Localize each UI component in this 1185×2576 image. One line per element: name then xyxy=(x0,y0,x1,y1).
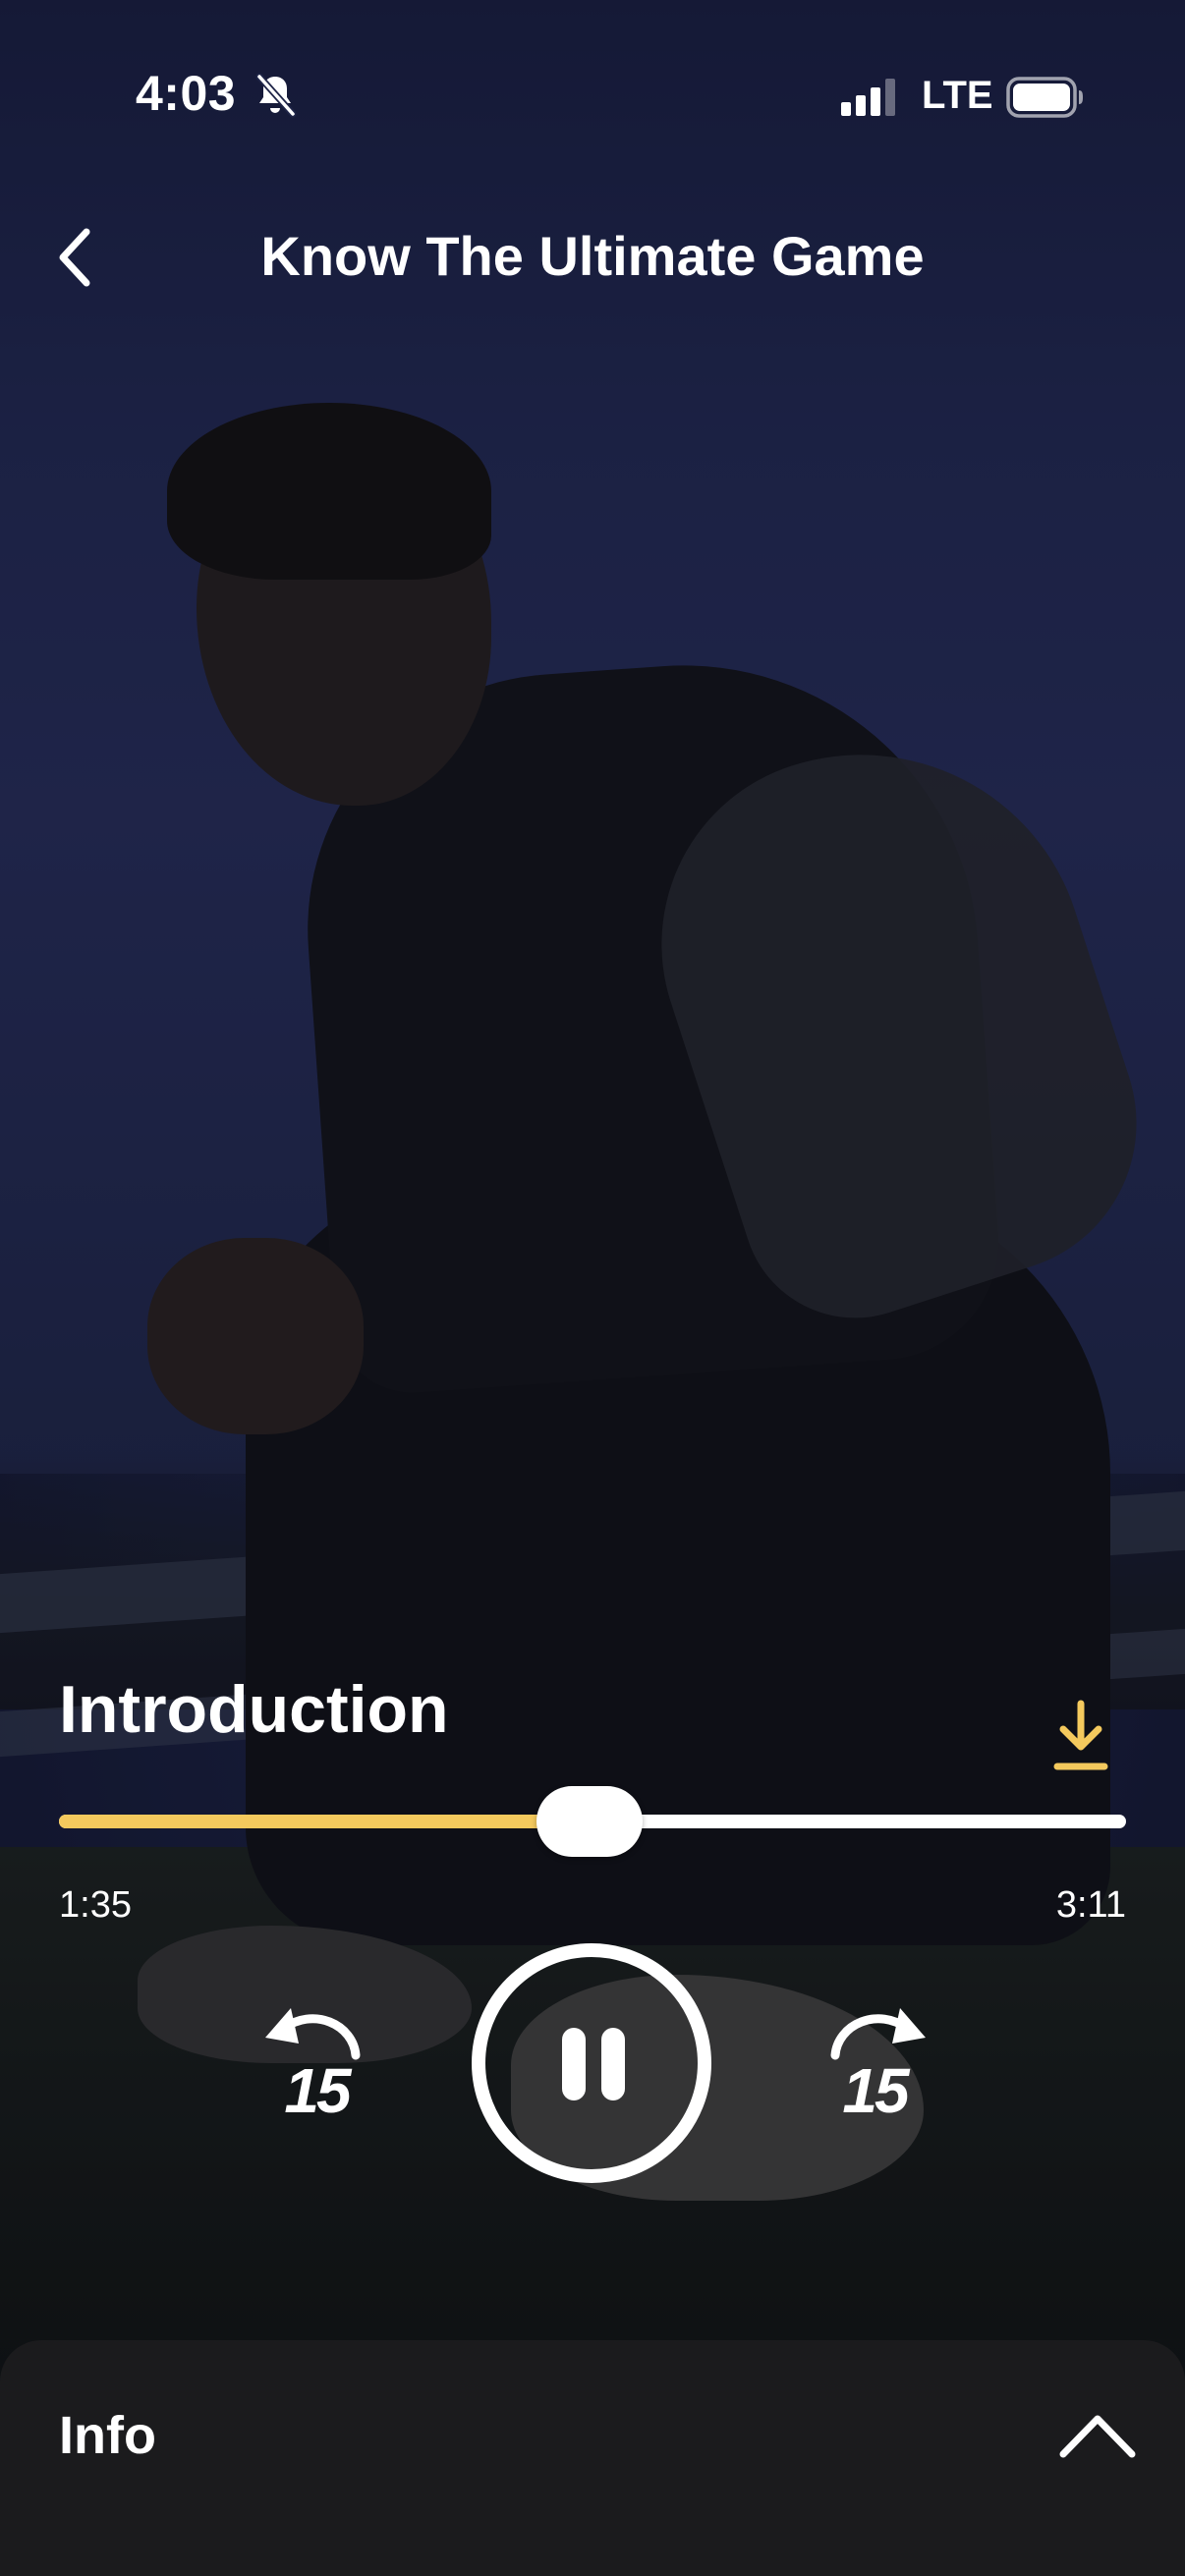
pause-icon xyxy=(562,2028,586,2100)
rewind-seconds: 15 xyxy=(284,2055,351,2126)
time-total: 3:11 xyxy=(1055,1884,1126,1926)
pause-icon-bar xyxy=(601,2028,625,2100)
chevron-left-icon xyxy=(59,228,90,287)
forward-15-button[interactable]: 15 xyxy=(816,2004,933,2132)
pause-button[interactable] xyxy=(472,1943,711,2183)
chevron-up-icon[interactable] xyxy=(1055,2407,1140,2464)
forward-15-icon xyxy=(830,2008,926,2060)
progress-fill xyxy=(59,1815,590,1828)
rewind-15-icon xyxy=(265,2008,361,2060)
background-photo xyxy=(0,0,1185,2576)
status-bar: 4:03 LTE xyxy=(0,0,1185,187)
photo-shade-overlay xyxy=(0,0,1185,2576)
battery-icon xyxy=(1006,77,1083,118)
signal-icon xyxy=(841,79,895,116)
audio-player-screen: 4:03 LTE Know The Ultimate Game Introduc… xyxy=(0,0,1185,2576)
track-title: Introduction xyxy=(59,1672,449,1747)
download-icon[interactable] xyxy=(1051,1700,1110,1774)
forward-seconds: 15 xyxy=(842,2055,909,2126)
info-panel[interactable]: Info xyxy=(0,2340,1185,2576)
page-title: Know The Ultimate Game xyxy=(260,225,925,287)
progress-slider[interactable] xyxy=(59,1786,1126,1857)
info-title: Info xyxy=(59,2406,156,2465)
status-time: 4:03 xyxy=(136,66,237,121)
network-label: LTE xyxy=(922,74,993,117)
back-button[interactable] xyxy=(43,218,106,297)
bell-slash-icon xyxy=(255,73,297,118)
rewind-15-button[interactable]: 15 xyxy=(257,2004,375,2132)
time-elapsed: 1:35 xyxy=(59,1884,132,1926)
progress-thumb[interactable] xyxy=(536,1786,643,1857)
